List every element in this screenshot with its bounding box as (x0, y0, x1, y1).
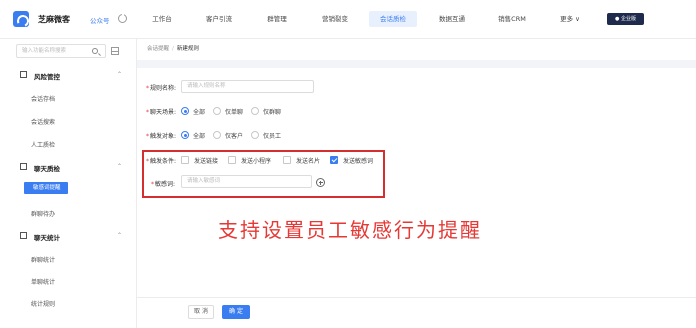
breadcrumb-parent[interactable]: 会话提醒 (147, 46, 169, 52)
scene-label: *聊天场景: (146, 109, 177, 116)
footer-bar (137, 297, 696, 328)
target-radio-customer[interactable] (213, 131, 221, 139)
condition-checkbox-link[interactable] (181, 156, 189, 164)
target-option-customer[interactable]: 仅客户 (225, 131, 243, 140)
logo-icon (13, 11, 29, 27)
nav-session-inspection[interactable]: 会话质检 (369, 11, 417, 27)
menu-icon[interactable] (111, 47, 119, 55)
confirm-button[interactable]: 确 定 (222, 305, 250, 319)
rule-name-label: *规则名称: (146, 85, 177, 92)
shield-icon (20, 71, 27, 78)
breadcrumb: 会话提醒 / 新建规则 (147, 44, 199, 52)
switch-icon[interactable] (118, 13, 127, 23)
nav-workbench[interactable]: 工作台 (146, 11, 178, 27)
sidebar-item-group-todo[interactable]: 群聊待办 (31, 209, 55, 218)
condition-checkbox-sensitive[interactable] (330, 156, 338, 164)
condition-label: *触发条件: (146, 158, 177, 165)
nav-more[interactable]: 更多 ∨ (553, 11, 587, 27)
chart-icon (20, 232, 27, 239)
brand-name: 芝麻微客 (38, 15, 70, 24)
condition-option-card[interactable]: 发送名片 (296, 156, 320, 165)
search-icon[interactable] (92, 48, 98, 54)
breadcrumb-separator: / (172, 46, 174, 52)
sidebar-group-risk[interactable]: 风险管控 (34, 71, 60, 81)
sidebar: 输入功能名称搜索 (0, 39, 137, 328)
sensitive-word-label: *敏感词: (151, 181, 176, 188)
chevron-up-icon[interactable]: ⌃ (117, 163, 122, 170)
rule-name-input[interactable]: 请输入规则名称 (181, 80, 314, 93)
nav-customer-acquisition[interactable]: 客户引流 (198, 11, 240, 27)
condition-option-link[interactable]: 发送链接 (194, 156, 218, 165)
brand-subtitle: 公众号 (90, 17, 110, 25)
cancel-button[interactable]: 取 消 (188, 305, 214, 319)
condition-checkbox-miniprogram[interactable] (228, 156, 236, 164)
sidebar-group-chat-inspection[interactable]: 聊天质检 (34, 163, 60, 173)
top-bar: 芝麻微客 公众号 工作台 客户引流 群管理 营销裂变 会话质检 数据互通 销售C… (0, 0, 696, 39)
sidebar-item-archive[interactable]: 会话存档 (31, 94, 55, 103)
nav-marketing[interactable]: 营销裂变 (314, 11, 356, 27)
sidebar-item-stats-rules[interactable]: 统计规则 (31, 299, 55, 308)
nav-group-management[interactable]: 群管理 (261, 11, 293, 27)
nav-data-sync[interactable]: 数据互通 (431, 11, 473, 27)
sidebar-item-manual-inspection[interactable]: 人工质检 (31, 140, 55, 149)
target-radio-all[interactable] (181, 131, 189, 139)
condition-option-sensitive[interactable]: 发送敏感词 (343, 156, 373, 165)
sidebar-item-search[interactable]: 会话搜索 (31, 117, 55, 126)
scene-radio-group[interactable] (251, 107, 259, 115)
scene-option-all[interactable]: 全部 (193, 107, 205, 116)
section-divider (137, 60, 696, 68)
add-circle-icon[interactable] (316, 178, 325, 187)
enterprise-badge[interactable]: ● 企业版 (607, 13, 644, 25)
chat-check-icon (20, 163, 27, 170)
nav-sales-crm[interactable]: 销售CRM (491, 11, 533, 27)
sidebar-item-group-stats[interactable]: 群聊统计 (31, 255, 55, 264)
feature-headline: 支持设置员工敏感行为提醒 (218, 218, 482, 242)
chevron-up-icon[interactable]: ⌃ (117, 71, 122, 78)
condition-checkbox-card[interactable] (283, 156, 291, 164)
scene-option-group[interactable]: 仅群聊 (263, 107, 281, 116)
scene-radio-single[interactable] (213, 107, 221, 115)
scene-radio-all[interactable] (181, 107, 189, 115)
sidebar-group-chat-stats[interactable]: 聊天统计 (34, 232, 60, 242)
scene-option-single[interactable]: 仅单聊 (225, 107, 243, 116)
sidebar-item-single-stats[interactable]: 单聊统计 (31, 277, 55, 286)
breadcrumb-current: 新建规则 (176, 46, 199, 52)
sensitive-word-input[interactable]: 请输入敏感词 (181, 175, 312, 188)
sidebar-item-sensitive-words[interactable]: 敏感词提醒 (24, 182, 68, 194)
chevron-up-icon[interactable]: ⌃ (117, 232, 122, 239)
target-option-employee[interactable]: 仅员工 (263, 131, 281, 140)
target-option-all[interactable]: 全部 (193, 131, 205, 140)
condition-option-miniprogram[interactable]: 发送小程序 (241, 156, 271, 165)
target-label: *触发对象: (146, 133, 177, 140)
target-radio-employee[interactable] (251, 131, 259, 139)
